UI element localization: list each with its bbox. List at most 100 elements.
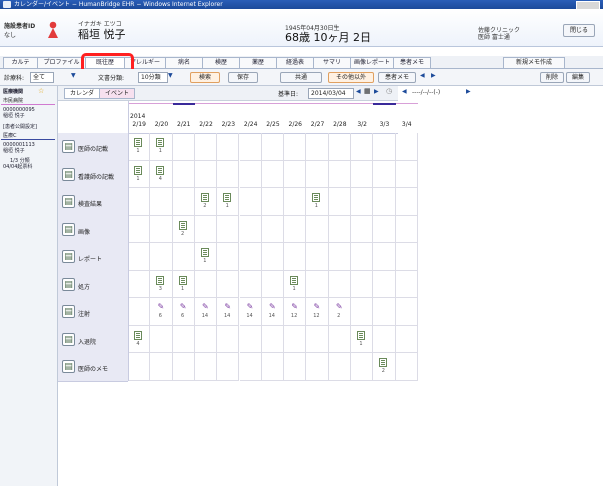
dropdown-arrow-icon-2[interactable]: ▼ — [168, 72, 173, 79]
grid-cell[interactable] — [306, 270, 329, 298]
grid-cell[interactable] — [217, 243, 240, 271]
grid-cell[interactable] — [261, 215, 285, 243]
grid-cell[interactable] — [306, 353, 329, 381]
grid-cell[interactable] — [239, 188, 262, 216]
grid-cell[interactable] — [239, 353, 262, 381]
doc-event-icon[interactable] — [156, 138, 165, 147]
grid-cell[interactable] — [328, 160, 351, 188]
grid-cell[interactable] — [261, 270, 285, 298]
grid-cell[interactable] — [373, 160, 396, 188]
grid-cell[interactable] — [261, 160, 285, 188]
next-date-icon[interactable]: ▶ — [374, 88, 379, 95]
grid-cell[interactable] — [373, 270, 396, 298]
grid-cell[interactable] — [328, 243, 351, 271]
grid-cell[interactable] — [395, 215, 418, 243]
grid-cell[interactable] — [284, 188, 307, 216]
syringe-event-icon[interactable]: ✎ — [156, 302, 165, 311]
bed-event-icon[interactable] — [134, 330, 142, 340]
syringe-event-icon[interactable]: ✎ — [179, 302, 188, 311]
grid-cell[interactable] — [328, 215, 351, 243]
grid-cell[interactable] — [395, 270, 418, 298]
patient-memo-button[interactable]: 患者メモ — [378, 72, 416, 83]
grid-cell[interactable] — [351, 133, 374, 161]
memo-event-icon[interactable] — [379, 358, 388, 367]
dropdown-arrow-icon[interactable]: ▼ — [71, 72, 76, 79]
tab-patient-memo[interactable]: 患者メモ — [393, 57, 431, 68]
report-event-icon[interactable] — [200, 248, 209, 257]
tab-event[interactable]: イベント — [99, 88, 135, 99]
syringe-event-icon[interactable]: ✎ — [246, 302, 255, 311]
star-icon[interactable]: ☆ — [38, 87, 44, 95]
grid-cell[interactable] — [194, 215, 218, 243]
grid-cell[interactable] — [373, 215, 396, 243]
grid-cell[interactable] — [194, 270, 218, 298]
grid-cell[interactable] — [328, 353, 351, 381]
grid-cell[interactable] — [128, 298, 151, 326]
other-button[interactable]: その他以外 — [328, 72, 374, 83]
grid-cell[interactable] — [217, 160, 240, 188]
grid-cell[interactable] — [239, 215, 262, 243]
rx-event-icon[interactable] — [290, 275, 299, 285]
grid-cell[interactable] — [172, 188, 195, 216]
syringe-event-icon[interactable]: ✎ — [290, 302, 299, 311]
next-arrow-icon[interactable]: ▶ — [431, 72, 436, 79]
syringe-event-icon[interactable]: ✎ — [268, 302, 277, 311]
syringe-event-icon[interactable]: ✎ — [335, 302, 344, 311]
grid-cell[interactable] — [128, 353, 151, 381]
delete-button[interactable]: 削除 — [540, 72, 564, 83]
grid-cell[interactable] — [395, 325, 418, 353]
rx-event-icon[interactable] — [156, 275, 165, 285]
grid-cell[interactable] — [128, 188, 151, 216]
grid-cell[interactable] — [306, 160, 329, 188]
grid-cell[interactable] — [172, 133, 195, 161]
doc-event-icon[interactable] — [134, 165, 142, 175]
grid-cell[interactable] — [284, 353, 307, 381]
grid-cell[interactable] — [128, 270, 151, 298]
grid-cell[interactable] — [284, 325, 307, 353]
grid-cell[interactable] — [150, 215, 173, 243]
grid-cell[interactable] — [373, 243, 396, 271]
search-button[interactable]: 検索 — [190, 72, 220, 83]
grid-cell[interactable] — [395, 133, 418, 161]
grid-cell[interactable] — [150, 325, 173, 353]
grid-cell[interactable] — [351, 160, 374, 188]
grid-cell[interactable] — [373, 325, 396, 353]
test-event-icon[interactable] — [200, 193, 209, 202]
grid-cell[interactable] — [194, 160, 218, 188]
grid-cell[interactable] — [395, 188, 418, 216]
grid-cell[interactable] — [284, 160, 307, 188]
grid-cell[interactable] — [150, 243, 173, 271]
grid-cell[interactable] — [261, 133, 285, 161]
grid-cell[interactable] — [351, 270, 374, 298]
doc-event-icon[interactable] — [134, 138, 142, 147]
syringe-event-icon[interactable]: ✎ — [223, 302, 232, 311]
grid-cell[interactable] — [395, 298, 418, 326]
grid-cell[interactable] — [395, 353, 418, 381]
grid-cell[interactable] — [217, 215, 240, 243]
tab-disease[interactable]: 病名 — [165, 57, 203, 68]
tab-medication[interactable]: 薬歴 — [239, 57, 277, 68]
new-memo-button[interactable]: 新規メモ作成 — [503, 57, 565, 69]
grid-cell[interactable] — [328, 325, 351, 353]
grid-cell[interactable] — [217, 133, 240, 161]
grid-cell[interactable] — [328, 188, 351, 216]
range-next-icon[interactable]: ▶ — [466, 88, 471, 95]
grid-cell[interactable] — [395, 243, 418, 271]
grid-cell[interactable] — [351, 298, 374, 326]
grid-cell[interactable] — [306, 133, 329, 161]
grid-cell[interactable] — [172, 353, 195, 381]
grid-cell[interactable] — [150, 353, 173, 381]
close-button[interactable]: 閉じる — [563, 24, 595, 37]
grid-cell[interactable] — [239, 325, 262, 353]
grid-cell[interactable] — [351, 243, 374, 271]
save-button[interactable]: 保存 — [228, 72, 258, 83]
tab-labs[interactable]: 検歴 — [202, 57, 240, 68]
grid-cell[interactable] — [351, 188, 374, 216]
rx-event-icon[interactable] — [178, 275, 187, 285]
tab-profile[interactable]: プロファイル — [37, 57, 86, 68]
grid-cell[interactable] — [328, 133, 351, 161]
grid-cell[interactable] — [261, 353, 285, 381]
grid-cell[interactable] — [194, 353, 218, 381]
prev-arrow-icon[interactable]: ◀ — [420, 72, 425, 79]
grid-cell[interactable] — [239, 160, 262, 188]
